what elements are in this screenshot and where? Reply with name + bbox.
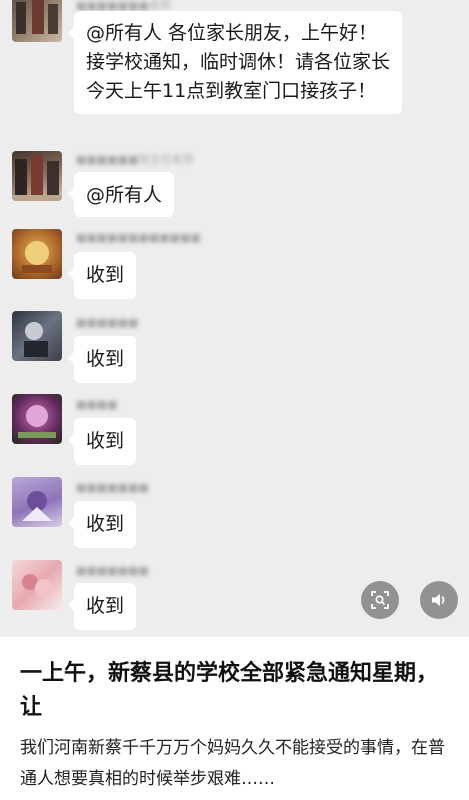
- avatar-image: [18, 405, 56, 438]
- avatar[interactable]: [12, 151, 62, 201]
- screen: ■■■■■■■老师 @所有人 各位家长朋友，上午好！接学校通知，临时调休！请各位…: [0, 0, 469, 800]
- message-bubble[interactable]: 收到: [67, 252, 137, 299]
- avatar[interactable]: [12, 229, 62, 279]
- sender-name: ■■■■■■班主任老师: [76, 153, 194, 166]
- sender-name: ■■■■■■■■■■■■: [76, 231, 201, 244]
- message-bubble[interactable]: @所有人 各位家长朋友，上午好！接学校通知，临时调休！请各位家长今天上午11点到…: [68, 11, 402, 114]
- avatar-image: [16, 0, 58, 34]
- sender-name: ■■■■■■■: [76, 564, 149, 577]
- message-bubble[interactable]: 收到: [67, 501, 137, 548]
- message-bubble[interactable]: 收到: [67, 583, 137, 630]
- avatar[interactable]: [12, 311, 62, 361]
- speaker-icon: [432, 594, 445, 606]
- avatar-image: [22, 574, 53, 597]
- speaker-button[interactable]: [420, 581, 458, 619]
- article-summary: 我们河南新蔡千千万万个妈妈久久不能接受的事情，在普通人想要真相的时候举步艰难……: [20, 738, 445, 789]
- avatar[interactable]: [12, 394, 62, 444]
- avatar[interactable]: [12, 0, 62, 42]
- article-card[interactable]: 一上午，新蔡县的学校全部紧急通知星期，让 我们河南新蔡千千万万个妈妈久久不能接受…: [0, 637, 469, 800]
- avatar-image: [24, 322, 48, 357]
- avatar-image: [22, 241, 52, 273]
- scan-button[interactable]: [361, 581, 399, 619]
- article-title[interactable]: 一上午，新蔡县的学校全部紧急通知星期，让: [20, 657, 450, 725]
- avatar[interactable]: [12, 477, 62, 527]
- sender-name: ■■■■■■: [76, 316, 139, 329]
- avatar[interactable]: [12, 560, 62, 610]
- chat-area[interactable]: ■■■■■■■老师 @所有人 各位家长朋友，上午好！接学校通知，临时调休！请各位…: [0, 0, 469, 637]
- message-bubble[interactable]: @所有人: [67, 172, 175, 217]
- sender-name: ■■■■■■■: [76, 481, 149, 494]
- sender-name: ■■■■: [76, 398, 118, 411]
- sender-name: ■■■■■■■老师: [76, 0, 171, 12]
- message-bubble[interactable]: 收到: [67, 336, 137, 383]
- avatar-image: [22, 491, 52, 521]
- avatar-image: [12, 155, 62, 201]
- scan-icon: [371, 591, 389, 609]
- message-bubble[interactable]: 收到: [67, 418, 137, 465]
